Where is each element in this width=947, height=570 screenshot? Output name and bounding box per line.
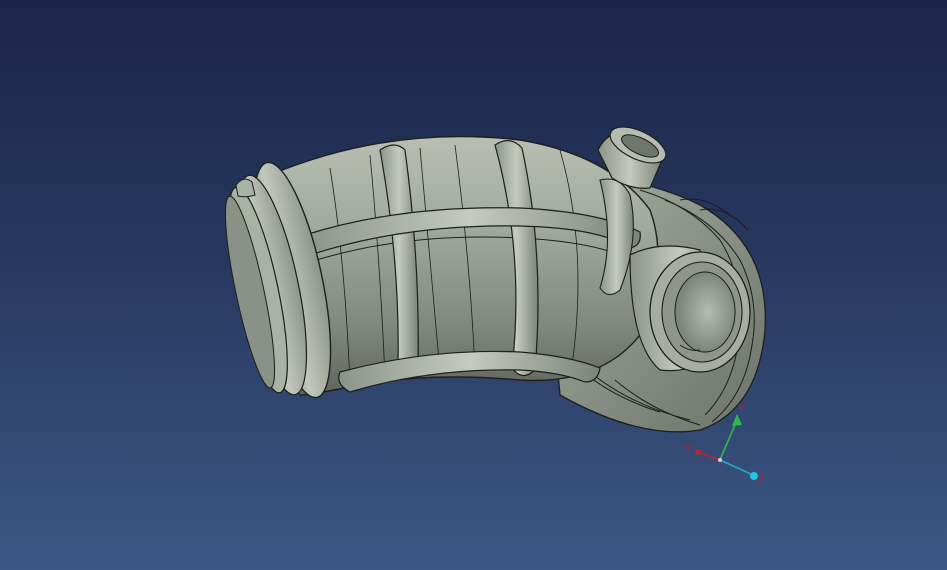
z-axis-line <box>719 459 754 476</box>
x-axis-label: X <box>684 443 692 455</box>
y-axis-arrow <box>732 414 742 426</box>
3d-viewport[interactable]: Y X Z <box>0 0 947 570</box>
x-axis-marker <box>695 449 701 455</box>
triad-origin <box>718 458 722 462</box>
y-axis-label: Y <box>738 403 746 415</box>
z-axis-label: Z <box>757 475 764 487</box>
x-axis-line <box>697 451 721 461</box>
orientation-triad: Y X Z <box>684 403 764 487</box>
y-axis-line <box>719 419 738 461</box>
